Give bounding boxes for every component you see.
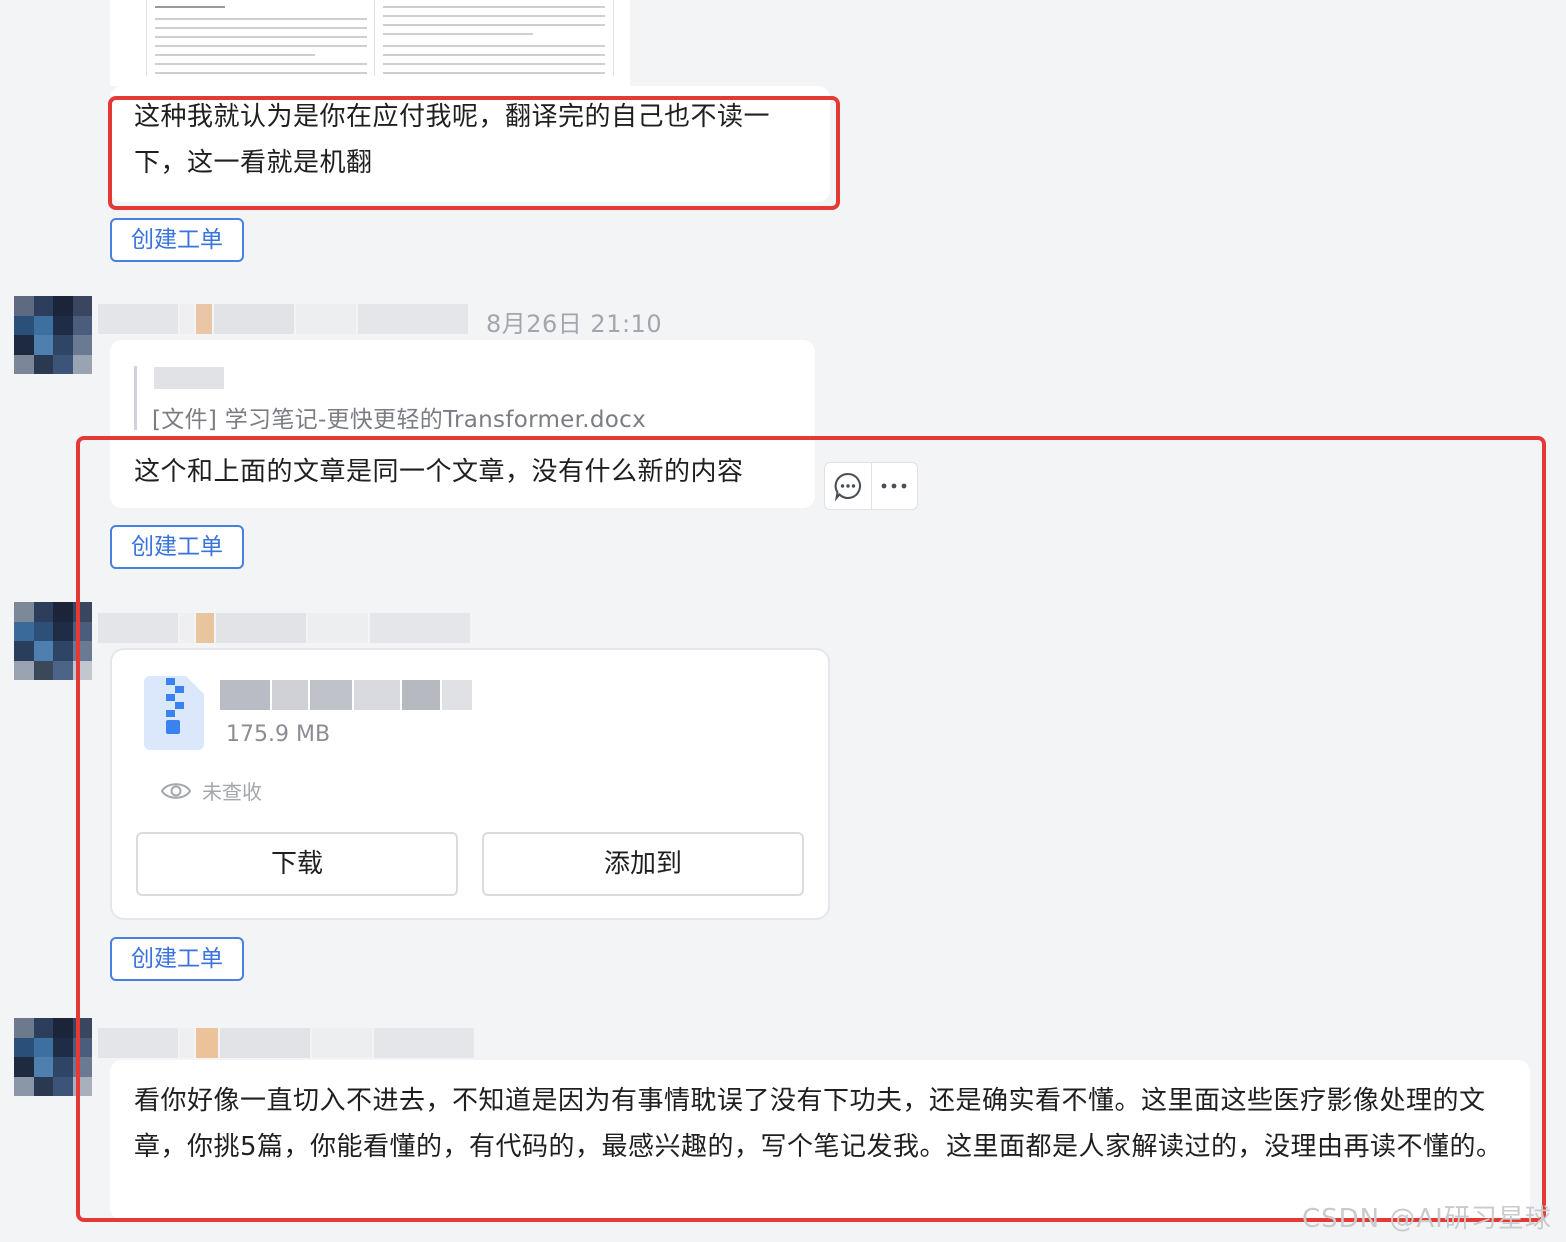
document-page-right (374, 0, 614, 76)
add-to-button[interactable]: 添加到 (482, 832, 804, 896)
view-status-label: 未查收 (202, 780, 262, 804)
document-page-left (146, 0, 376, 76)
message-bubble[interactable]: 看你好像一直切入不进去，不知道是因为有事情耽误了没有下功夫，还是确实看不懂。这里… (110, 1060, 1530, 1220)
create-ticket-button[interactable]: 创建工单 (110, 525, 244, 569)
message-text: 这个和上面的文章是同一个文章，没有什么新的内容 (134, 457, 744, 487)
avatar[interactable] (14, 602, 92, 680)
message-text: 看你好像一直切入不进去，不知道是因为有事情耽误了没有下功夫，还是确实看不懂。这里… (134, 1086, 1503, 1162)
message-bubble[interactable]: [文件] 学习笔记-更快更轻的Transformer.docx 这个和上面的文章… (110, 340, 815, 508)
create-ticket-button[interactable]: 创建工单 (110, 937, 244, 981)
file-size: 175.9 MB (226, 722, 331, 747)
reply-icon[interactable] (825, 463, 871, 509)
file-name-blurred (220, 678, 472, 712)
more-icon[interactable] (870, 463, 918, 509)
quoted-file-name[interactable]: [文件] 学习笔记-更快更轻的Transformer.docx (152, 400, 646, 434)
view-status: 未查收 (160, 776, 262, 805)
watermark: CSDN @AI研习星球 (1302, 1204, 1552, 1234)
create-ticket-button[interactable]: 创建工单 (110, 218, 244, 262)
file-card[interactable]: 175.9 MB 未查收 下载 添加到 (110, 648, 830, 920)
quoted-sender-blurred (154, 364, 224, 392)
quote-bar (134, 366, 137, 430)
zip-file-icon (144, 676, 204, 754)
avatar[interactable] (14, 296, 92, 374)
avatar[interactable] (14, 1018, 92, 1096)
sender-name-blurred (98, 1026, 474, 1060)
document-preview[interactable] (110, 0, 630, 86)
eye-icon (160, 782, 192, 799)
message-text: 这种我就认为是你在应付我呢，翻译完的自己也不读一下，这一看就是机翻 (134, 102, 771, 178)
sender-name-blurred (98, 611, 470, 645)
sender-name-blurred (98, 302, 468, 336)
message-timestamp: 8月26日 21:10 (486, 310, 663, 338)
download-button[interactable]: 下载 (136, 832, 458, 896)
message-action-bar (824, 462, 918, 510)
message-bubble[interactable]: 这种我就认为是你在应付我呢，翻译完的自己也不读一下，这一看就是机翻 (110, 86, 830, 202)
